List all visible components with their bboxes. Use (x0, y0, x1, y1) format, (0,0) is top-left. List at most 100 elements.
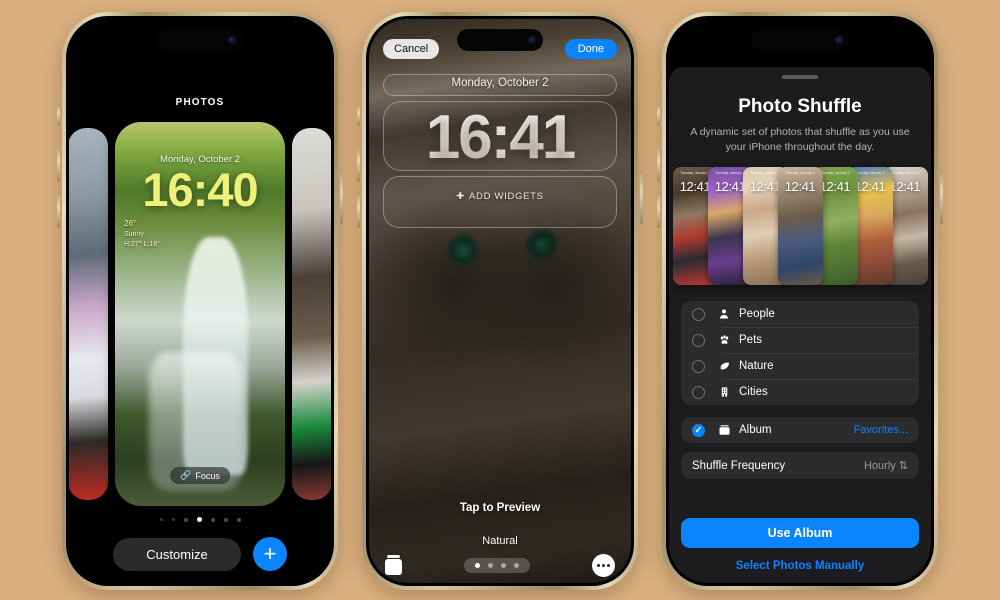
option-row-cities[interactable]: Cities (681, 379, 919, 405)
leaf-icon (716, 360, 732, 372)
weather-temp: 26° (124, 219, 137, 228)
checkbox-cities[interactable] (692, 385, 705, 399)
phone-3-photo-shuffle: Photo Shuffle A dynamic set of photos th… (657, 12, 943, 590)
album-option-group: Album Favorites... (681, 417, 919, 444)
style-dot[interactable] (488, 562, 493, 568)
shuffle-category-group: People Pets Nature Cities (681, 301, 919, 406)
phone-3-body: Photo Shuffle A dynamic set of photos th… (666, 16, 934, 586)
option-label-pets: Pets (739, 334, 763, 347)
phone-1-lock-screen-gallery: PHOTOS Monday, October 2 16:40 26° Sunny… (57, 12, 343, 590)
lock-time: 16:40 (142, 163, 258, 216)
shuffle-frequency-value-group[interactable]: Hourly ⇅ (863, 459, 908, 473)
option-row-people[interactable]: People (681, 301, 919, 327)
volume-down-button[interactable] (357, 192, 360, 228)
ellipsis-icon[interactable] (592, 553, 615, 577)
power-button[interactable] (340, 170, 343, 224)
option-label-album: Album (739, 424, 772, 437)
dynamic-island (157, 29, 243, 51)
done-button[interactable]: Done (564, 39, 617, 59)
dynamic-island (750, 29, 850, 51)
page-title: PHOTOS (175, 97, 225, 108)
person-icon (716, 308, 732, 320)
focus-badge[interactable]: 🔗 Focus (170, 467, 230, 484)
checkbox-album[interactable] (692, 423, 705, 437)
style-dot[interactable] (514, 562, 519, 568)
page-dot[interactable] (223, 517, 228, 522)
widgets-slot[interactable] (383, 176, 617, 228)
shuffle-preview-card[interactable]: Tuesday, January 3 12:41 (777, 167, 823, 286)
option-label-cities: Cities (739, 386, 768, 399)
style-page-dots[interactable] (464, 557, 530, 573)
weather-highlow: H:27° L:18° (124, 240, 160, 248)
shuffle-preview-strip[interactable]: Tuesday, January 3 12:41 Tuesday, January … (672, 167, 928, 289)
plus-icon: + (263, 541, 277, 566)
wallpaper-card-previous[interactable] (69, 128, 108, 500)
preview-card-date: Tuesday, January 3 (785, 171, 815, 176)
option-row-album[interactable]: Album Favorites... (681, 417, 919, 443)
page-dot[interactable] (236, 517, 241, 522)
volume-down-button[interactable] (657, 192, 660, 228)
wallpaper-carousel[interactable]: Monday, October 2 16:40 26° Sunny H:27° … (69, 119, 331, 509)
front-camera-icon (528, 35, 537, 45)
wallpaper-card-active[interactable]: Monday, October 2 16:40 26° Sunny H:27° … (115, 122, 285, 506)
volume-down-button[interactable] (57, 192, 60, 228)
customize-button[interactable]: Customize (113, 537, 241, 571)
chevron-updown-icon: ⇅ (898, 460, 908, 473)
page-dot[interactable] (159, 518, 163, 521)
shuffle-frequency-value: Hourly (863, 459, 896, 472)
option-label-people: People (739, 308, 775, 321)
weather-condition: Sunny (124, 230, 144, 238)
sheet-subtitle: A dynamic set of photos that shuffle as … (690, 126, 910, 154)
checkbox-nature[interactable] (692, 359, 705, 373)
select-photos-manually-link[interactable]: Select Photos Manually (669, 560, 931, 572)
option-row-pets[interactable]: Pets (681, 327, 919, 353)
option-label-nature: Nature (739, 360, 774, 373)
dynamic-island (457, 29, 543, 51)
volume-up-button[interactable] (357, 146, 360, 182)
power-button[interactable] (940, 170, 943, 224)
paw-icon (716, 334, 732, 346)
style-dot-active[interactable] (475, 562, 480, 568)
photo-shuffle-sheet: Photo Shuffle A dynamic set of photos th… (669, 67, 931, 583)
page-dot[interactable] (210, 517, 215, 522)
power-button[interactable] (640, 170, 643, 224)
link-icon: 🔗 (180, 470, 192, 480)
focus-label: Focus (195, 470, 220, 481)
mute-switch[interactable] (357, 104, 360, 126)
add-widgets-button[interactable]: ✚ ADD WIDGETS (369, 191, 631, 202)
preview-card-time: 12:41 (784, 179, 816, 195)
mute-switch[interactable] (57, 104, 60, 126)
phone-1-action-bar: Customize + (69, 537, 331, 571)
weather-widget[interactable]: 26° Sunny H:27° L:18° (124, 218, 160, 250)
front-camera-icon (835, 35, 844, 45)
volume-up-button[interactable] (657, 146, 660, 182)
wallpaper-card-next[interactable] (292, 128, 331, 500)
sheet-title: Photo Shuffle (738, 96, 862, 117)
phone-3-screen: Photo Shuffle A dynamic set of photos th… (669, 19, 931, 583)
mute-switch[interactable] (657, 104, 660, 126)
checkbox-pets[interactable] (692, 333, 705, 347)
option-row-nature[interactable]: Nature (681, 353, 919, 379)
carousel-page-dots[interactable] (69, 517, 331, 522)
checkbox-people[interactable] (692, 307, 705, 321)
page-dot[interactable] (183, 517, 188, 522)
plus-circle-icon: ✚ (456, 191, 465, 202)
phone-2-lock-screen-editor: Cancel Done Monday, October 2 16:41 ✚ AD… (357, 12, 643, 590)
cancel-button[interactable]: Cancel (383, 39, 440, 59)
page-dot-active[interactable] (196, 517, 202, 522)
shuffle-frequency-row[interactable]: Shuffle Frequency Hourly ⇅ (681, 452, 919, 480)
editor-date: Monday, October 2 (451, 77, 549, 89)
album-value[interactable]: Favorites... (854, 424, 908, 436)
add-wallpaper-button[interactable]: + (253, 537, 287, 571)
use-album-button[interactable]: Use Album (681, 518, 919, 549)
album-icon (716, 424, 732, 436)
page-dot[interactable] (171, 518, 175, 521)
style-dot[interactable] (501, 562, 506, 568)
photo-stack-icon[interactable] (385, 555, 402, 575)
wallpaper-style-label: Natural (482, 535, 518, 547)
sheet-drag-handle[interactable] (782, 75, 818, 79)
volume-up-button[interactable] (57, 146, 60, 182)
tap-to-preview-label[interactable]: Tap to Preview (369, 502, 631, 514)
phone-2-screen: Cancel Done Monday, October 2 16:41 ✚ AD… (369, 19, 631, 583)
building-icon (716, 386, 732, 398)
